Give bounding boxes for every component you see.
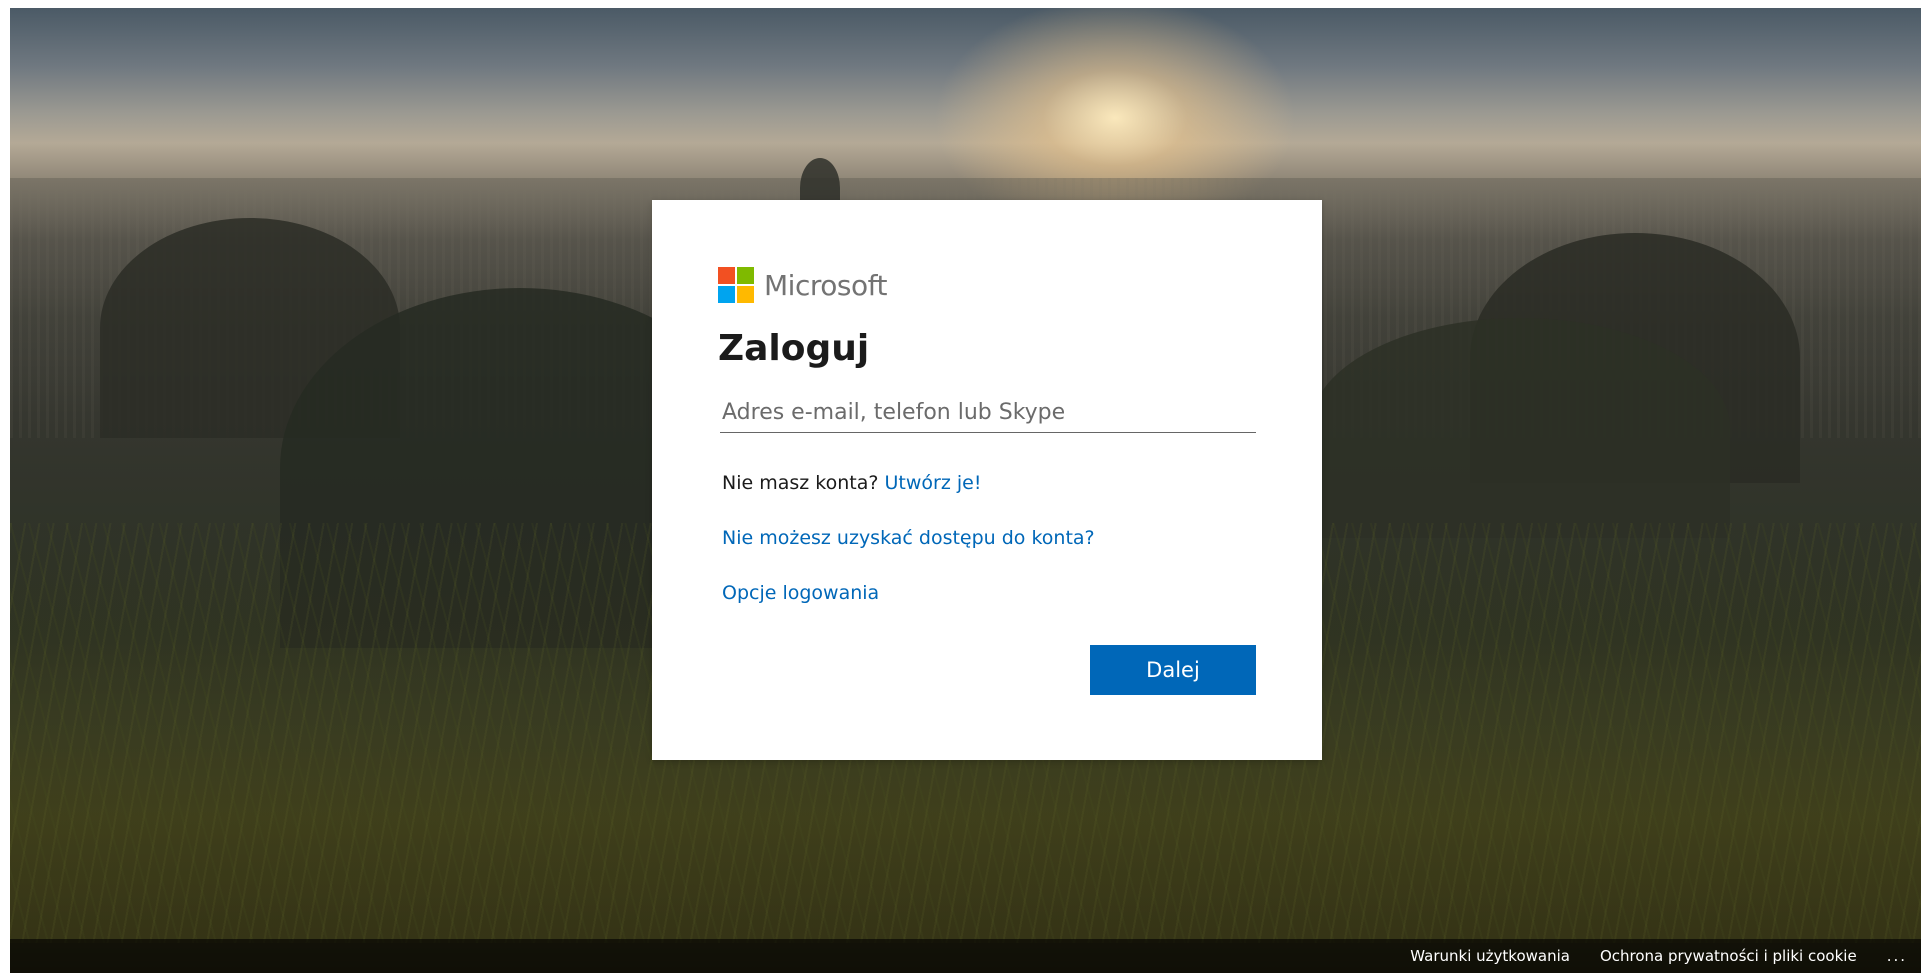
logo-square-blue [718, 286, 735, 303]
next-button[interactable]: Dalej [1090, 645, 1256, 695]
page-title: Zaloguj [718, 328, 870, 369]
microsoft-logo: Microsoft [718, 267, 887, 303]
cant-access-account-link[interactable]: Nie możesz uzyskać dostępu do konta? [722, 527, 1095, 549]
login-page: Microsoft Zaloguj Nie masz konta? Utwórz… [10, 8, 1921, 973]
create-account-row: Nie masz konta? Utwórz je! [722, 472, 981, 494]
create-account-link[interactable]: Utwórz je! [885, 472, 982, 494]
microsoft-logo-icon [718, 267, 754, 303]
logo-square-green [737, 267, 754, 284]
logo-text: Microsoft [764, 268, 887, 302]
no-account-text: Nie masz konta? [722, 472, 879, 494]
footer-links: Warunki użytkowania Ochrona prywatności … [1410, 939, 1907, 973]
logo-square-yellow [737, 286, 754, 303]
logo-square-red [718, 267, 735, 284]
privacy-cookies-link[interactable]: Ochrona prywatności i pliki cookie [1600, 947, 1857, 965]
terms-of-use-link[interactable]: Warunki użytkowania [1410, 947, 1570, 965]
email-field[interactable] [720, 392, 1256, 433]
signin-card: Microsoft Zaloguj Nie masz konta? Utwórz… [652, 200, 1322, 760]
more-options-button[interactable]: ... [1887, 947, 1907, 965]
footer-bar: Warunki użytkowania Ochrona prywatności … [10, 939, 1921, 973]
cant-access-row: Nie możesz uzyskać dostępu do konta? [722, 527, 1095, 549]
background-hill [1310, 318, 1730, 538]
signin-options-row: Opcje logowania [722, 582, 879, 604]
signin-options-link[interactable]: Opcje logowania [722, 582, 879, 604]
